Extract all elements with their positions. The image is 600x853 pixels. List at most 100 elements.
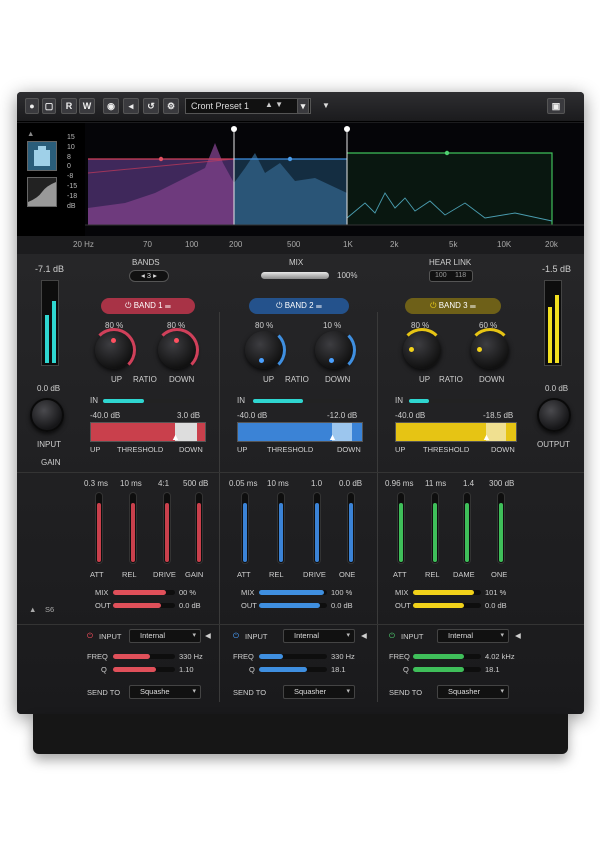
device-base: [33, 714, 568, 754]
band-1-out-label: OUT: [95, 601, 111, 610]
spectrum-plot[interactable]: [85, 123, 584, 236]
band-3-gain-fader[interactable]: [497, 492, 505, 564]
band-1-power-icon[interactable]: ⏻: [125, 301, 134, 310]
band-2-in-meter: [253, 399, 353, 403]
menu-icon[interactable]: ▢: [42, 98, 56, 114]
band-1-out-slider[interactable]: [113, 603, 175, 608]
preset-arrows-icon[interactable]: ▲ ▼: [265, 98, 295, 114]
global-mix-slider[interactable]: [261, 272, 329, 279]
band-3-fader-label-dame: DAME: [453, 570, 475, 579]
band-3-thr-up: UP: [395, 445, 406, 454]
band-1-freq-value: 330 Hz: [179, 652, 203, 661]
read-button[interactable]: R: [61, 98, 77, 114]
band-1-input-select[interactable]: Internal ▾: [129, 629, 201, 643]
band-2-ratio-label: RATIO: [285, 375, 309, 384]
band-2-power-icon[interactable]: ⏻: [276, 301, 285, 310]
band-3-freq-slider[interactable]: [413, 654, 481, 659]
band-3-threshold-high: -18.5 dB: [483, 411, 514, 420]
band-2-out-slider[interactable]: [259, 603, 327, 608]
band-1-release-value: 10 ms: [120, 479, 142, 488]
band-2-threshold-low: -40.0 dB: [237, 411, 268, 420]
band-1-release-fader[interactable]: [129, 492, 137, 564]
band-1-q-slider[interactable]: [113, 667, 175, 672]
band-1-freq-slider[interactable]: [113, 654, 175, 659]
band-1-thr-label: THRESHOLD: [117, 445, 164, 454]
band-1-threshold-low: -40.0 dB: [90, 411, 121, 420]
band-1-send-select[interactable]: Squashe ▾: [129, 685, 201, 699]
band-2-attack-fader[interactable]: [241, 492, 249, 564]
band-1-attack-fader[interactable]: [95, 492, 103, 564]
input-label: INPUT: [37, 440, 61, 449]
band-1-freq-label: FREQ: [87, 652, 108, 661]
input-gain-knob[interactable]: [30, 398, 64, 432]
band-2-input-power-icon[interactable]: ⏻: [233, 631, 239, 641]
band-2-freq-slider[interactable]: [259, 654, 327, 659]
band-2-down-label: DOWN: [325, 375, 351, 384]
preset-dropdown-icon[interactable]: ▾: [297, 98, 309, 114]
band-2-fader-label-rel: REL: [269, 570, 284, 579]
band-2-up-label: UP: [263, 375, 275, 384]
bypass-icon[interactable]: ◉: [103, 98, 119, 114]
band-2-up-knob[interactable]: [245, 328, 286, 372]
band-2-header[interactable]: ⏻ BAND 2 ☰: [249, 298, 349, 314]
band-3-release-fader[interactable]: [431, 492, 439, 564]
band-3-mix-slider[interactable]: [413, 590, 481, 595]
spectrum-display[interactable]: ▲ 15 10 8 0 -8 -15 -18 dB: [17, 123, 584, 236]
band-1-drive-fader[interactable]: [163, 492, 171, 564]
input-meter: [41, 280, 59, 366]
window-icon[interactable]: ▣: [547, 98, 565, 114]
band-2-drive-fader[interactable]: [313, 492, 321, 564]
band-3-out-slider[interactable]: [413, 603, 481, 608]
power-icon[interactable]: ●: [25, 98, 39, 114]
band-3-q-slider[interactable]: [413, 667, 481, 672]
band-2-mix-slider[interactable]: [259, 590, 327, 595]
band-1-in-label: IN: [90, 396, 98, 405]
output-gain-knob[interactable]: [537, 398, 571, 432]
band-3-power-icon[interactable]: ⏻: [430, 301, 439, 310]
band-3-input-select[interactable]: Internal ▾: [437, 629, 509, 643]
bands-selector[interactable]: ◂ 3 ▸: [129, 270, 169, 282]
band-1-faders: [95, 492, 205, 564]
undo-icon[interactable]: ↺: [143, 98, 159, 114]
band-1-send-label: SEND TO: [87, 688, 121, 697]
prev-icon[interactable]: ◂: [123, 98, 139, 114]
band-1-up-knob[interactable]: [92, 328, 136, 372]
band-3-attack-fader[interactable]: [397, 492, 405, 564]
write-button[interactable]: W: [79, 98, 95, 114]
band-1-gain-fader[interactable]: [195, 492, 203, 564]
view-mode-icon[interactable]: [27, 141, 57, 171]
band-2-speaker-icon[interactable]: ◀: [361, 631, 367, 640]
band-3-up-knob[interactable]: [400, 328, 444, 369]
band-3-speaker-icon[interactable]: ◀: [515, 631, 521, 640]
band-1-header[interactable]: ⏻ BAND 1 ☰: [101, 298, 195, 314]
band-2-down-knob[interactable]: [315, 328, 356, 372]
band-2-release-value: 10 ms: [267, 479, 289, 488]
band-2-release-fader[interactable]: [277, 492, 285, 564]
band-1-ratio-label: RATIO: [133, 375, 157, 384]
band-2-input-select[interactable]: Internal ▾: [283, 629, 355, 643]
band-3-drive-value: 1.4: [463, 479, 475, 488]
band-2-gain-fader[interactable]: [347, 492, 355, 564]
band-3-threshold-bar[interactable]: ▲: [395, 422, 517, 442]
band-1-mix-value: 00 %: [179, 588, 197, 597]
band-3-input-power-icon[interactable]: ⏻: [389, 631, 395, 641]
band-2-threshold-bar[interactable]: ▲: [237, 422, 363, 442]
global-mix-value: 100%: [337, 271, 358, 280]
band-3-send-select[interactable]: Squasher ▾: [437, 685, 509, 699]
hear-link-toggle[interactable]: 100 118: [429, 270, 473, 282]
band-2-send-select[interactable]: Squasher ▾: [283, 685, 355, 699]
band-2-out-label: OUT: [241, 601, 257, 610]
band-1-mix-slider[interactable]: [113, 590, 175, 595]
menu-caret-icon[interactable]: ▼: [322, 101, 330, 110]
band-1-threshold-bar[interactable]: ▲: [90, 422, 206, 442]
settings-icon[interactable]: ⚙: [163, 98, 179, 114]
band-3-down-knob[interactable]: [468, 328, 512, 369]
collapse-lower-icon[interactable]: ▲: [29, 605, 36, 614]
band-3-header[interactable]: ⏻ BAND 3 ☰: [405, 298, 501, 314]
band-1-down-knob[interactable]: [155, 328, 199, 372]
band-1-input-power-icon[interactable]: ⏻: [87, 631, 93, 641]
curve-view-icon[interactable]: [27, 177, 57, 207]
band-1-speaker-icon[interactable]: ◀: [205, 631, 211, 640]
band-2-q-slider[interactable]: [259, 667, 327, 672]
band-3-drive-fader[interactable]: [463, 492, 471, 564]
